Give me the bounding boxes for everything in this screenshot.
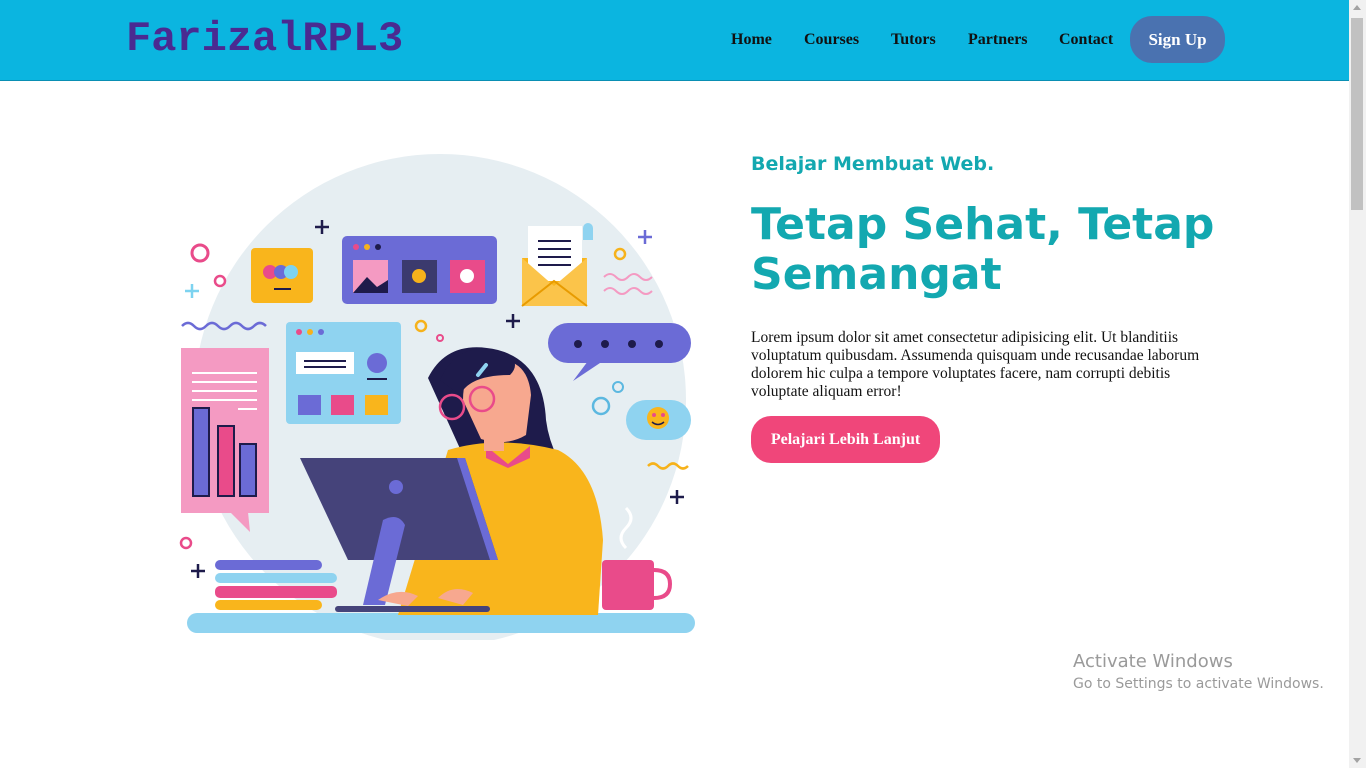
hero-illustration (178, 150, 698, 646)
nav-link-tutors[interactable]: Tutors (891, 30, 936, 50)
signup-button[interactable]: Sign Up (1130, 16, 1225, 63)
scroll-down-arrow-icon[interactable] (1353, 758, 1361, 763)
scroll-thumb[interactable] (1351, 18, 1363, 210)
nav-link-home[interactable]: Home (731, 30, 772, 50)
learn-more-button[interactable]: Pelajari Lebih Lanjut (751, 416, 940, 463)
scroll-up-arrow-icon[interactable] (1353, 5, 1361, 10)
woman-at-computer-illustration (179, 154, 695, 646)
vertical-scrollbar[interactable] (1349, 0, 1366, 768)
hero-description: Lorem ipsum dolor sit amet consectetur a… (751, 329, 1200, 400)
watermark-subtitle: Go to Settings to activate Windows. (1073, 676, 1324, 692)
hero-headline: Tetap Sehat, Tetap Semangat (751, 199, 1215, 300)
nav-link-contact[interactable]: Contact (1059, 30, 1113, 50)
navbar: FarizalRPL3 Home Courses Tutors Partners… (0, 0, 1349, 81)
hero-tagline: Belajar Membuat Web. (751, 153, 995, 175)
windows-activation-watermark: Activate Windows Go to Settings to activ… (1073, 651, 1324, 695)
nav-link-partners[interactable]: Partners (968, 30, 1028, 50)
watermark-title: Activate Windows (1073, 651, 1233, 672)
nav-link-courses[interactable]: Courses (804, 30, 859, 50)
